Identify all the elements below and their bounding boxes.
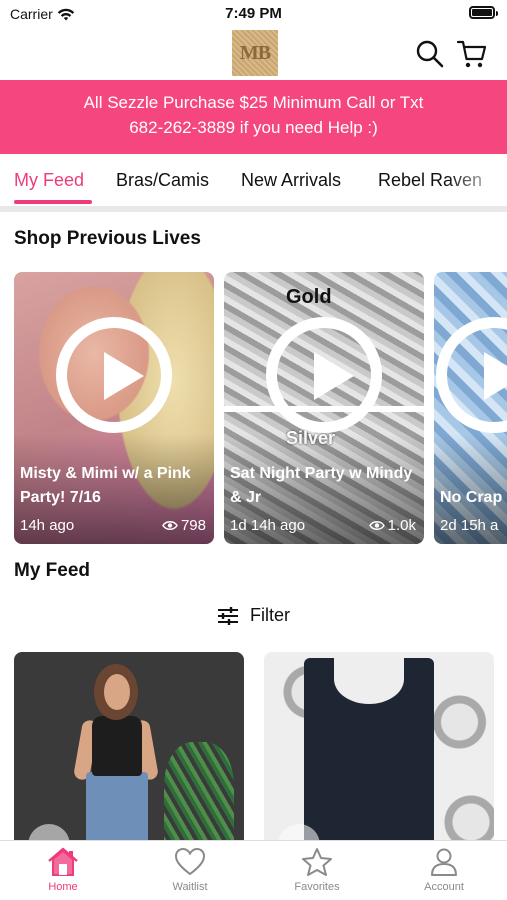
account-icon <box>431 848 457 876</box>
live-views: 1.0k <box>368 517 416 534</box>
bottom-nav: Home Waitlist Favorites Account <box>0 840 507 900</box>
promo-line-2: 682-262-3889 if you need Help :) <box>129 118 378 137</box>
live-title: No Crap <box>440 489 503 506</box>
feed-item[interactable] <box>264 652 494 852</box>
feed-item[interactable] <box>14 652 244 852</box>
home-icon <box>48 847 78 876</box>
tab-bras-camis[interactable]: Bras/Camis <box>116 170 209 191</box>
play-icon[interactable] <box>56 317 172 434</box>
nav-account[interactable]: Account <box>399 847 489 893</box>
app-header: MB <box>0 28 507 80</box>
live-title: Sat Night Party w Mindy & Jr <box>230 465 413 506</box>
play-icon[interactable] <box>436 317 507 434</box>
section-title-previous-lives: Shop Previous Lives <box>14 228 201 249</box>
nav-waitlist-label: Waitlist <box>172 881 208 893</box>
product-dress <box>304 654 434 852</box>
view-count: 1.0k <box>387 517 416 534</box>
star-icon <box>302 848 332 876</box>
view-count: 798 <box>180 517 206 534</box>
nav-waitlist[interactable]: Waitlist <box>145 847 235 893</box>
status-bar: Carrier 7:49 PM <box>0 0 507 28</box>
battery-icon <box>469 6 498 19</box>
clock: 7:49 PM <box>225 5 282 22</box>
tabs-fade <box>447 154 507 204</box>
brand-logo[interactable]: MB <box>232 30 278 76</box>
tab-my-feed[interactable]: My Feed <box>14 170 84 191</box>
overlay-gold-label: Gold <box>286 286 332 308</box>
promo-line-1: All Sezzle Purchase $25 Minimum Call or … <box>83 93 424 112</box>
live-time-ago: 2d 15h a <box>440 517 499 534</box>
model-top <box>92 716 142 776</box>
live-card[interactable]: Misty & Mimi w/ a Pink Party! 7/16 14h a… <box>14 272 214 544</box>
active-tab-indicator <box>14 200 92 204</box>
nav-favorites[interactable]: Favorites <box>272 847 362 893</box>
live-time-ago: 1d 14h ago <box>230 517 306 534</box>
play-icon[interactable] <box>266 317 382 434</box>
tabs-divider <box>0 206 507 212</box>
live-card[interactable]: No Crap 2d 15h a <box>434 272 507 544</box>
live-time-ago: 14h ago <box>20 517 75 534</box>
filter-button[interactable]: Filter <box>216 605 290 626</box>
cart-icon[interactable] <box>456 38 488 70</box>
live-title: Misty & Mimi w/ a Pink Party! 7/16 <box>20 465 191 506</box>
filter-sliders-icon <box>218 606 238 625</box>
model-face <box>104 674 130 710</box>
nav-favorites-label: Favorites <box>294 881 340 893</box>
promo-banner: All Sezzle Purchase $25 Minimum Call or … <box>0 80 507 154</box>
nav-home-label: Home <box>48 881 78 893</box>
section-title-my-feed: My Feed <box>14 560 91 581</box>
live-card[interactable]: Gold Silver Sat Night Party w Mindy & Jr… <box>224 272 424 544</box>
filter-label: Filter <box>250 605 290 625</box>
search-icon[interactable] <box>414 38 446 70</box>
eye-icon <box>162 521 178 530</box>
tab-new-arrivals[interactable]: New Arrivals <box>241 170 341 191</box>
eye-icon <box>368 521 385 530</box>
live-views: 798 <box>162 517 206 534</box>
heart-icon <box>174 847 206 876</box>
nav-account-label: Account <box>424 881 464 893</box>
nav-home[interactable]: Home <box>18 847 108 893</box>
plant-decor <box>164 742 234 852</box>
